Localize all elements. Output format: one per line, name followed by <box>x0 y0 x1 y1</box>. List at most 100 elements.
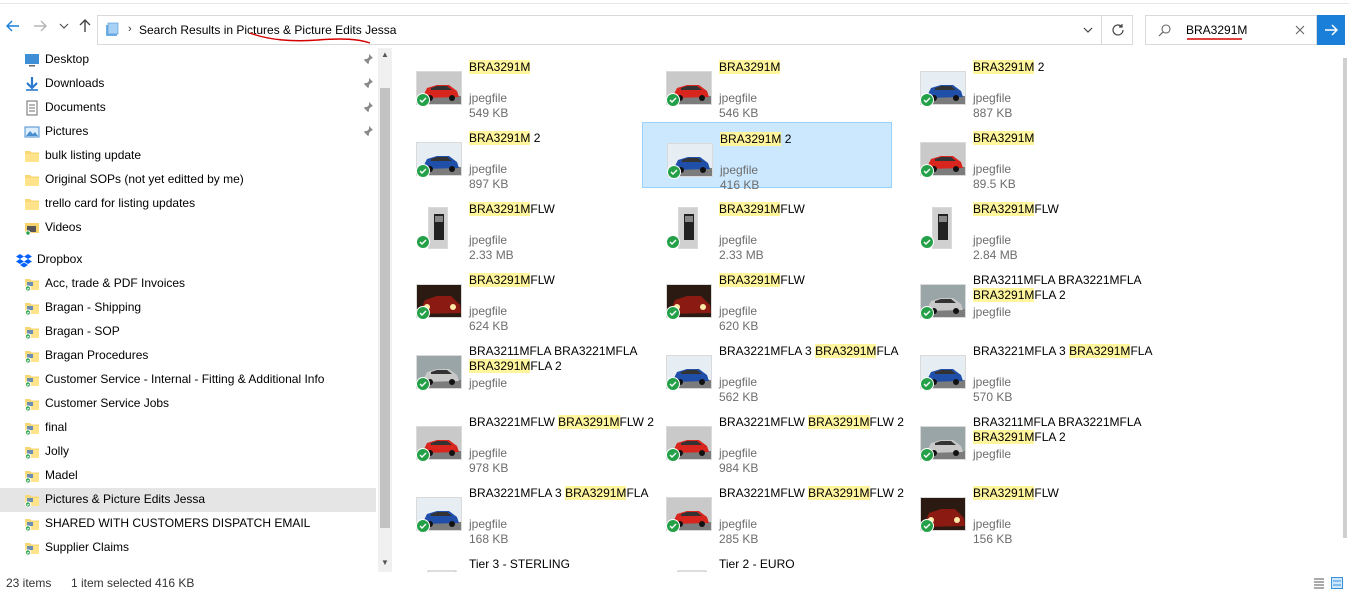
file-tile[interactable]: BRA3211MFLA BRA3221MFLA BRA3291MFLA 2 jpeg… <box>896 264 1146 330</box>
file-tile[interactable]: BRA3221MFLA 3 BRA3291MFLA jpegfile 168 KB <box>392 477 648 546</box>
dropbox-icon <box>16 254 32 268</box>
file-tile[interactable]: BRA3291MFLW jpegfile 624 KB <box>392 264 642 333</box>
scroll-up-arrow[interactable]: ▲ <box>380 50 390 60</box>
pin-icon[interactable] <box>362 77 374 89</box>
scrollbar-thumb[interactable] <box>1343 58 1347 538</box>
results-scrollbar[interactable] <box>1341 48 1349 572</box>
file-tile[interactable]: BRA3291M jpegfile 89.5 KB <box>896 122 1146 191</box>
file-tile[interactable]: BRA3221MFLW BRA3291MFLW 2 jpegfile 978 KB <box>392 406 654 475</box>
file-tile[interactable]: BRA3291MFLW jpegfile 620 KB <box>642 264 892 333</box>
search-match-highlight: BRA3291M <box>565 486 627 500</box>
sidebar-item-pictures[interactable]: Pictures <box>0 120 376 144</box>
sync-check-icon <box>416 235 430 249</box>
sidebar-item-supplier-claims[interactable]: Supplier Claims <box>0 536 376 560</box>
file-name: BRA3291MFLW <box>469 273 555 288</box>
file-name: BRA3291M 2 <box>469 131 540 146</box>
sidebar-item-label: Jolly <box>45 444 70 458</box>
up-button[interactable] <box>77 18 93 34</box>
file-size: 978 KB <box>469 461 509 475</box>
file-type: jpegfile <box>719 375 758 389</box>
file-type: jpegfile <box>469 233 508 247</box>
file-tile[interactable]: BRA3291M 2 jpegfile 887 KB <box>896 51 1146 120</box>
tiles-view-icon[interactable] <box>1331 577 1343 589</box>
chevron-down-icon <box>59 23 69 29</box>
scrollbar-thumb[interactable] <box>380 88 390 528</box>
pin-icon[interactable] <box>362 53 374 65</box>
file-name-text: FLW <box>530 202 555 216</box>
file-tile[interactable]: BRA3291M 2 jpegfile 416 KB <box>642 122 892 192</box>
sidebar-item-label: bulk listing update <box>45 148 142 162</box>
chevron-down-icon[interactable] <box>1080 22 1096 38</box>
file-size: 624 KB <box>469 319 509 333</box>
navigation-bar: › Search Results in Pictures & Picture E… <box>0 4 1349 48</box>
file-name-text: BRA3211MFLA BRA3221MFLA <box>973 415 1142 429</box>
details-view-icon[interactable] <box>1313 577 1325 589</box>
recent-locations-button[interactable] <box>58 18 70 34</box>
pin-icon[interactable] <box>362 101 374 113</box>
sidebar-scrollbar[interactable]: ▲ ▼ <box>378 48 392 572</box>
file-tile-excel[interactable]: Tier 2 - EURO <box>642 548 892 572</box>
folder-icon <box>25 199 39 210</box>
dropbox-folder-icon <box>24 423 39 436</box>
search-go-button[interactable] <box>1317 15 1345 45</box>
sidebar-item-jolly[interactable]: Jolly <box>0 440 376 464</box>
file-tile[interactable]: BRA3291MFLW jpegfile 2.33 MB <box>642 193 892 262</box>
file-size: 285 KB <box>719 532 759 546</box>
file-tile[interactable]: BRA3291MFLW jpegfile 156 KB <box>896 477 1146 546</box>
search-match-highlight: BRA3291M <box>973 288 1035 302</box>
file-tile[interactable]: BRA3221MFLA 3 BRA3291MFLA jpegfile 562 KB <box>642 335 898 404</box>
address-bar[interactable]: › Search Results in Pictures & Picture E… <box>97 15 1133 45</box>
breadcrumb-chevron[interactable]: › <box>128 23 132 35</box>
file-tile[interactable]: BRA3291M jpegfile 546 KB <box>642 51 892 120</box>
scroll-down-arrow[interactable]: ▼ <box>380 558 390 568</box>
sidebar-item-original-sops-not-yet-editted-by-me[interactable]: Original SOPs (not yet editted by me) <box>0 168 376 192</box>
file-tile[interactable]: BRA3221MFLA 3 BRA3291MFLA jpegfile 570 KB <box>896 335 1152 404</box>
address-path[interactable]: Search Results in Pictures & Picture Edi… <box>139 23 396 37</box>
file-type: jpegfile <box>973 517 1012 531</box>
sidebar-item-label: Madel <box>45 468 78 482</box>
sidebar-item-acc-trade-pdf-invoices[interactable]: Acc, trade & PDF Invoices <box>0 272 376 296</box>
file-size: 2.33 MB <box>469 248 514 262</box>
sidebar-item-madel[interactable]: Madel <box>0 464 376 488</box>
sidebar-item-final[interactable]: final <box>0 416 376 440</box>
sidebar-item-label: Customer Service - Internal - Fitting & … <box>45 372 325 386</box>
file-tile[interactable]: BRA3211MFLA BRA3221MFLA BRA3291MFLA 2 jpeg… <box>896 406 1146 472</box>
sidebar-item-bragan-shipping[interactable]: Bragan - Shipping <box>0 296 376 320</box>
search-box[interactable]: BRA3291M <box>1145 15 1317 45</box>
file-tile[interactable]: BRA3291M jpegfile 549 KB <box>392 51 642 120</box>
file-tile[interactable]: BRA3211MFLA BRA3221MFLA BRA3291MFLA 2 jpeg… <box>392 335 642 401</box>
pin-icon[interactable] <box>362 125 374 137</box>
search-match-highlight: BRA3291M <box>973 430 1035 444</box>
file-tile[interactable]: BRA3221MFLW BRA3291MFLW 2 jpegfile 984 KB <box>642 406 904 475</box>
sidebar-item-pictures-picture-edits-jessa[interactable]: Pictures & Picture Edits Jessa <box>0 488 376 512</box>
sidebar-item-dropbox[interactable]: Dropbox <box>0 248 376 272</box>
sidebar-item-customer-service-jobs[interactable]: Customer Service Jobs <box>0 392 376 416</box>
sidebar-item-bragan-procedures[interactable]: Bragan Procedures <box>0 344 376 368</box>
file-tile[interactable]: BRA3291MFLW jpegfile 2.84 MB <box>896 193 1146 262</box>
sidebar-item-videos[interactable]: Videos <box>0 216 376 240</box>
file-type: jpegfile <box>973 233 1012 247</box>
sidebar-item-trello-card-for-listing-updates[interactable]: trello card for listing updates <box>0 192 376 216</box>
sidebar-item-bragan-sop[interactable]: Bragan - SOP <box>0 320 376 344</box>
file-tile[interactable]: BRA3291MFLW jpegfile 2.33 MB <box>392 193 642 262</box>
sidebar-item-downloads[interactable]: Downloads <box>0 72 376 96</box>
back-button[interactable] <box>5 18 21 34</box>
file-type: jpegfile <box>719 446 758 460</box>
file-type: jpegfile <box>719 304 758 318</box>
file-tile[interactable]: BRA3291M 2 jpegfile 897 KB <box>392 122 642 191</box>
sidebar-item-documents[interactable]: Documents <box>0 96 376 120</box>
file-tile[interactable]: BRA3221MFLW BRA3291MFLW 2 jpegfile 285 KB <box>642 477 904 546</box>
sidebar-item-desktop[interactable]: Desktop <box>0 48 376 72</box>
sync-check-icon <box>416 519 430 533</box>
sidebar-item-shared-with-customers-dispatch-email[interactable]: SHARED WITH CUSTOMERS DISPATCH EMAIL <box>0 512 376 536</box>
refresh-icon[interactable] <box>1109 21 1127 39</box>
sidebar-item-label: Bragan - Shipping <box>45 300 142 314</box>
search-input[interactable]: BRA3291M <box>1186 23 1247 37</box>
forward-button[interactable] <box>32 18 48 34</box>
file-size: 549 KB <box>469 106 509 120</box>
sidebar-item-bulk-listing-update[interactable]: bulk listing update <box>0 144 376 168</box>
file-size: 89.5 KB <box>973 177 1016 191</box>
close-icon[interactable] <box>1293 23 1307 37</box>
file-tile-excel[interactable]: Tier 3 - STERLING <box>392 548 642 572</box>
sidebar-item-customer-service-internal-fitting-additional-info[interactable]: Customer Service - Internal - Fitting & … <box>0 368 376 392</box>
